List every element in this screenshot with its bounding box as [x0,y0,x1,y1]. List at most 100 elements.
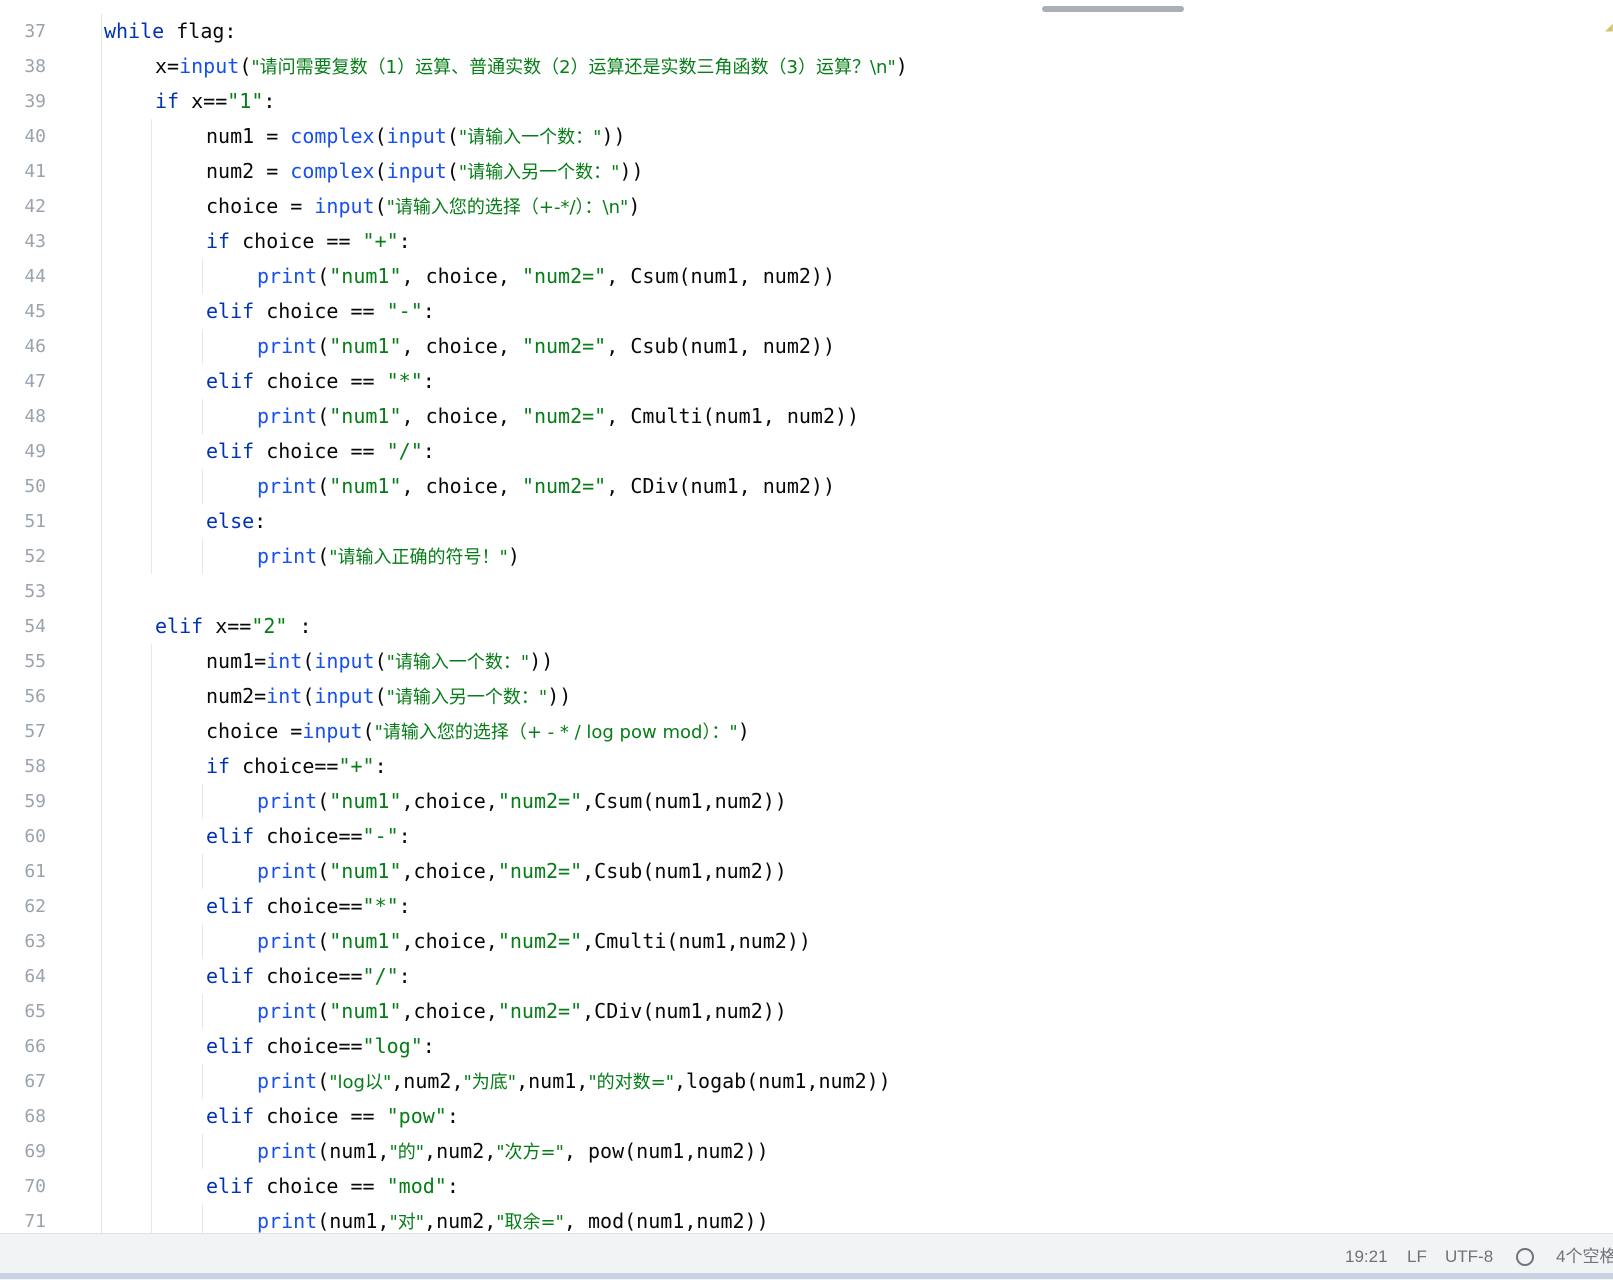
code-line[interactable]: 62 elif choice=="*": [0,889,1613,924]
code-line[interactable]: 42 choice = input("请输入您的选择（+-*/）：\n") [0,189,1613,224]
code-editor[interactable]: ◢ 37 while flag: 38 x=input("请问需要复数（1）运算、普通… [0,0,1613,1240]
code-line[interactable]: 61 print("num1",choice,"num2=",Csub(num1,… [0,854,1613,889]
code-text[interactable]: elif choice == "-": [206,294,435,329]
code-line[interactable]: 52 print("请输入正确的符号！") [0,539,1613,574]
code-line[interactable]: 39 if x=="1": [0,84,1613,119]
code-text[interactable]: else: [206,504,266,539]
code-line[interactable]: 60 elif choice=="-": [0,819,1613,854]
horizontal-scrollbar-thumb[interactable] [1042,6,1184,12]
code-text[interactable]: num2=int(input("请输入另一个数：")) [206,679,571,715]
code-line[interactable]: 69 print(num1,"的",num2,"次方=", pow(num1,nu… [0,1134,1613,1169]
code-text[interactable]: num2 = complex(input("请输入另一个数：")) [206,154,644,190]
code-text[interactable]: print("num1", choice, "num2=", Cmulti(nu… [257,399,859,434]
code-text[interactable]: if choice == "+": [206,224,411,259]
code-text[interactable]: elif choice == "pow": [206,1099,459,1134]
code-token: choice == [254,369,387,393]
code-line[interactable]: 53 [0,574,1613,609]
code-line[interactable]: 59 print("num1",choice,"num2=",Csum(num1,… [0,784,1613,819]
code-text[interactable]: elif x=="2" : [155,609,312,644]
keyword-token: elif [206,824,255,848]
code-text[interactable]: print("log以",num2,"为底",num1,"的对数=",logab… [257,1064,891,1100]
code-text[interactable]: elif choice == "mod": [206,1169,459,1204]
code-line[interactable]: 65 print("num1",choice,"num2=",CDiv(num1,… [0,994,1613,1029]
code-text[interactable]: print("num1", choice, "num2=", Csub(num1… [257,329,835,364]
code-text[interactable]: if x=="1": [155,84,275,119]
code-text[interactable]: x=input("请问需要复数（1）运算、普通实数（2）运算还是实数三角函数（3… [155,49,908,85]
code-token: num1= [206,649,267,673]
code-text[interactable]: elif choice=="/": [206,959,411,994]
code-line[interactable]: 46 print("num1", choice, "num2=", Csub(nu… [0,329,1613,364]
line-number: 67 [24,1071,46,1092]
code-token: ( [317,264,330,288]
code-token: ,CDiv(num1,num2)) [582,999,787,1023]
code-text[interactable]: elif choice=="log": [206,1029,435,1064]
code-text[interactable]: print("num1",choice,"num2=",Cmulti(num1,… [257,924,811,959]
indent-setting[interactable]: 4个空格 [1556,1247,1613,1267]
code-line[interactable]: 47 elif choice == "*": [0,364,1613,399]
code-line[interactable]: 43 if choice == "+": [0,224,1613,259]
code-line[interactable]: 57 choice =input("请输入您的选择（+ - * / log pow… [0,714,1613,749]
code-token: ( [317,1069,330,1093]
code-line[interactable]: 51 else: [0,504,1613,539]
string-token: "的" [389,1142,425,1163]
code-text[interactable]: while flag: [104,14,236,49]
string-token: "num2=" [497,999,583,1023]
code-line[interactable]: 48 print("num1", choice, "num2=", Cmulti(… [0,399,1613,434]
function-token: int [266,649,303,673]
window-bottom-edge [0,1273,1613,1279]
line-number: 37 [24,21,46,42]
file-encoding[interactable]: UTF-8 [1445,1247,1493,1267]
code-token: ( [374,194,387,218]
code-line[interactable]: 49 elif choice == "/": [0,434,1613,469]
code-text[interactable]: print("num1",choice,"num2=",Csum(num1,nu… [257,784,787,819]
code-line[interactable]: 67 print("log以",num2,"为底",num1,"的对数=",log… [0,1064,1613,1099]
code-line[interactable]: 55 num1=int(input("请输入一个数：")) [0,644,1613,679]
code-line[interactable]: 45 elif choice == "-": [0,294,1613,329]
code-line[interactable]: 66 elif choice=="log": [0,1029,1613,1064]
code-text[interactable]: choice =input("请输入您的选择（+ - * / log pow m… [206,714,750,750]
code-line[interactable]: 63 print("num1",choice,"num2=",Cmulti(num… [0,924,1613,959]
code-line[interactable]: 41 num2 = complex(input("请输入另一个数：")) [0,154,1613,189]
code-line[interactable]: 50 print("num1", choice, "num2=", CDiv(nu… [0,469,1613,504]
code-text[interactable]: num1 = complex(input("请输入一个数：")) [206,119,626,155]
code-token: ( [374,124,387,148]
line-separator[interactable]: LF [1407,1247,1427,1267]
code-line[interactable]: 38 x=input("请问需要复数（1）运算、普通实数（2）运算还是实数三角函数… [0,49,1613,84]
function-token: input [302,719,363,743]
code-text[interactable]: print("num1", choice, "num2=", CDiv(num1… [257,469,835,504]
code-text[interactable]: elif choice=="*": [206,889,411,924]
code-text[interactable]: num1=int(input("请输入一个数：")) [206,644,553,680]
code-line[interactable]: 44 print("num1", choice, "num2=", Csum(nu… [0,259,1613,294]
code-text[interactable]: if choice=="+": [206,749,387,784]
code-token: , CDiv(num1, num2)) [606,474,836,498]
code-line[interactable]: 37 while flag: [0,14,1613,49]
line-number: 54 [24,616,46,637]
code-text[interactable]: print("num1", choice, "num2=", Csum(num1… [257,259,835,294]
code-line[interactable]: 56 num2=int(input("请输入另一个数：")) [0,679,1613,714]
code-text[interactable]: print("num1",choice,"num2=",Csub(num1,nu… [257,854,787,889]
code-token: x= [155,54,180,78]
code-text[interactable]: print("请输入正确的符号！") [257,539,520,575]
code-line[interactable]: 68 elif choice == "pow": [0,1099,1613,1134]
code-text[interactable]: print(num1,"的",num2,"次方=", pow(num1,num2… [257,1134,769,1170]
code-line[interactable]: 70 elif choice == "mod": [0,1169,1613,1204]
cursor-position[interactable]: 19:21 [1345,1247,1388,1267]
code-token: , Csum(num1, num2)) [606,264,836,288]
code-line[interactable]: 54 elif x=="2" : [0,609,1613,644]
code-text[interactable]: elif choice == "*": [206,364,435,399]
code-text[interactable]: print("num1",choice,"num2=",CDiv(num1,nu… [257,994,787,1029]
line-number: 41 [24,161,46,182]
line-number: 60 [24,826,46,847]
string-token: "log" [362,1034,423,1058]
code-line[interactable]: 64 elif choice=="/": [0,959,1613,994]
code-line[interactable]: 58 if choice=="+": [0,749,1613,784]
code-token: : [263,89,276,113]
code-text[interactable]: choice = input("请输入您的选择（+-*/）：\n") [206,189,640,225]
keyword-token: elif [206,894,255,918]
string-token: "/" [386,439,423,463]
line-number: 63 [24,931,46,952]
code-text[interactable]: elif choice=="-": [206,819,411,854]
code-line[interactable]: 40 num1 = complex(input("请输入一个数：")) [0,119,1613,154]
circle-settings-icon[interactable] [1516,1248,1534,1266]
code-text[interactable]: elif choice == "/": [206,434,435,469]
